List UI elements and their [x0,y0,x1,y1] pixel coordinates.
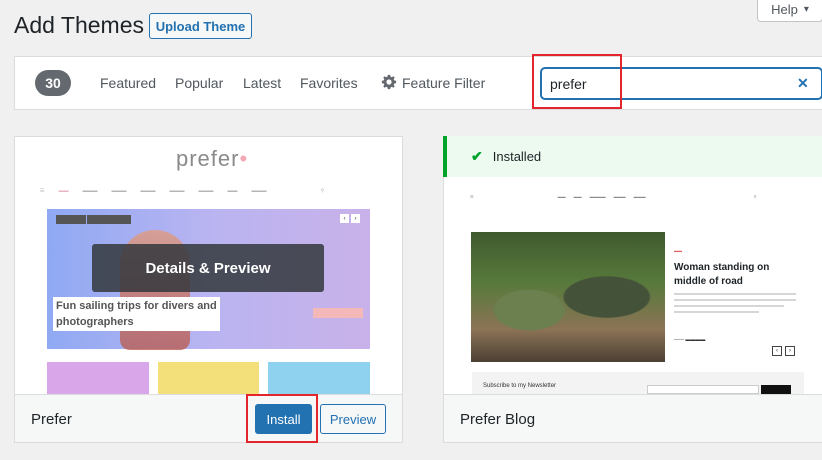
installed-notice: ✔ Installed [443,136,822,177]
thumbnail-3 [268,362,370,394]
mini-nav-preview-2: ☰ ▬▬ ▬▬ ▬▬▬▬ ▬▬▬ ▬▬▬ ⚲ [470,194,757,199]
theme-logo: prefer• [176,146,249,171]
newsletter-subscribe-preview [761,385,791,394]
thumbnail-2 [158,362,259,394]
post-slider-arrows: ‹ › [772,346,795,356]
clear-search-icon[interactable]: ✕ [797,75,809,92]
newsletter-email-preview [647,385,759,394]
chevron-down-icon: ▾ [803,4,809,15]
post-title: Woman standing on middle of road [674,262,770,287]
help-label: Help [771,2,798,17]
post-category: ▬▬ [674,248,682,253]
filter-featured-link[interactable]: Featured [100,75,156,91]
theme-name-prefer: Prefer [31,411,72,428]
read-more-link: —— ▬▬▬▬ [674,337,706,343]
thumbnail-1 [47,362,149,394]
details-preview-overlay[interactable]: Details & Preview [92,244,324,292]
installed-label: Installed [492,149,542,164]
hero-cta-button [313,308,363,318]
mini-nav-preview: ☰ ▬▬ ▬▬▬ ▬▬▬ ▬▬▬ ▬▬▬ ▬▬▬ ▬▬ ▬▬▬ ⚲ [40,188,325,194]
filter-latest-link[interactable]: Latest [243,75,281,91]
install-button[interactable]: Install [255,404,312,434]
post-excerpt-lines [674,293,796,317]
gear-icon[interactable] [381,74,397,90]
page-title: Add Themes [14,12,144,38]
hero-category-tag [56,215,86,224]
blog-post-photo [471,232,665,362]
upload-theme-button[interactable]: Upload Theme [149,13,252,39]
theme-count-badge: 30 [35,70,71,96]
preview-button[interactable]: Preview [320,404,386,434]
feature-filter-link[interactable]: Feature Filter [402,75,485,91]
filter-popular-link[interactable]: Popular [175,75,223,91]
newsletter-label: Subscribe to my Newsletter [483,383,557,389]
hero-slider-arrows: ‹ › [340,214,360,223]
filter-favorites-link[interactable]: Favorites [300,75,358,91]
hero-date-tag [87,215,131,224]
theme-name-prefer-blog: Prefer Blog [460,411,536,428]
checkmark-icon: ✔ [471,148,483,164]
help-tab-button[interactable]: Help ▾ [757,0,822,22]
search-themes-input[interactable] [541,68,822,99]
hero-caption: Fun sailing trips for divers and photogr… [53,297,220,331]
